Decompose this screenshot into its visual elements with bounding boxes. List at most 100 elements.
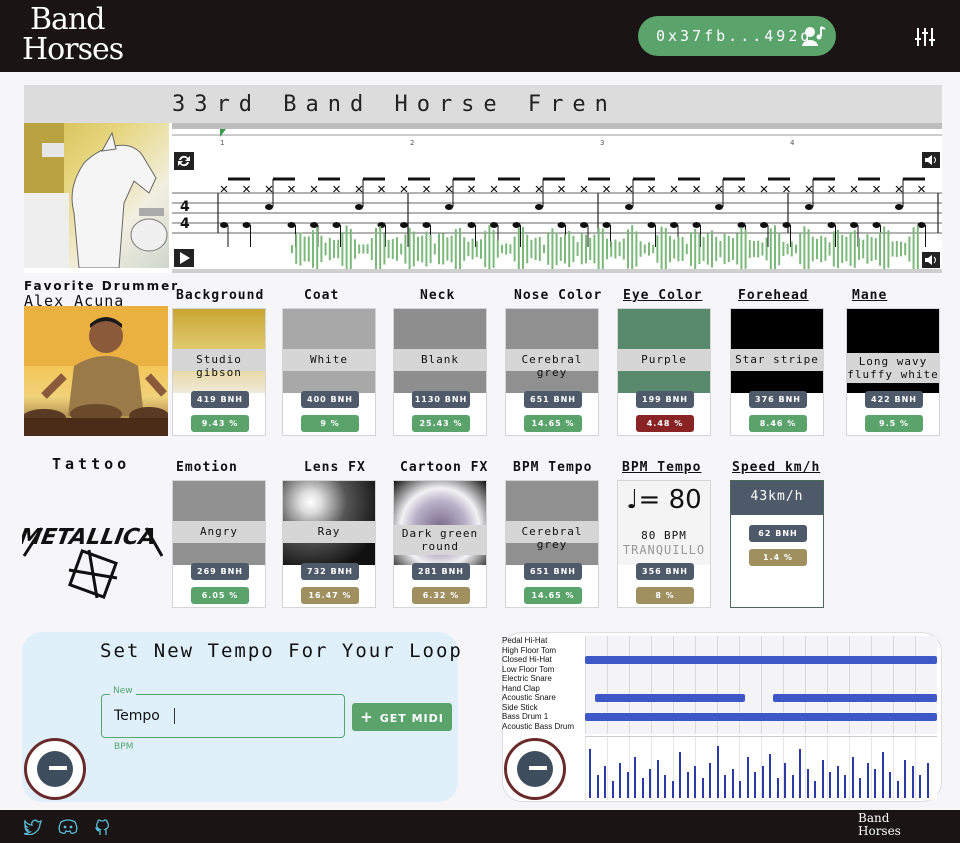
velocity-bar[interactable] [589,749,591,798]
velocity-bar[interactable] [926,763,929,798]
velocity-bar[interactable] [911,766,914,798]
velocity-bar[interactable] [776,778,779,798]
footer-logo[interactable]: Band Horses [858,812,901,838]
velocity-bar[interactable] [829,772,831,798]
velocity-bar[interactable] [836,766,839,798]
velocity-bar[interactable] [701,778,704,798]
velocity-bar[interactable] [881,752,884,798]
rarity-badge: 25.43 % [412,415,470,432]
drum-note [760,222,768,228]
note-bar[interactable] [585,713,937,721]
trait-value: Studio gibson [196,353,242,379]
trait-card[interactable]: Studio gibson 419 BNH 9.43 % [172,308,266,436]
song-title: 33rd Band Horse Fren [172,92,617,117]
instrument-name: Electric Snare [502,674,552,683]
trait-title: Speed km/h [732,460,821,475]
velocity-bar[interactable] [596,775,599,798]
trait-card[interactable]: Long wavy fluffy white 422 BNH 9.5 % [846,308,940,436]
rarity-badge: 14.65 % [524,587,582,604]
drum-note [692,222,701,228]
velocity-bar[interactable] [799,749,801,798]
price-badge: 651 BNH [524,391,582,408]
velocity-bar[interactable] [619,763,621,798]
velocity-bar[interactable] [649,769,651,798]
drum-note [310,222,318,228]
velocity-bar[interactable] [821,760,824,798]
play-icon[interactable] [174,249,194,267]
trait-card[interactable]: Star stripe 376 BNH 8.46 % [730,308,824,436]
velocity-bar[interactable] [641,778,644,798]
trait-card[interactable]: Angry 269 BNH 6.05 % [172,480,266,608]
github-icon[interactable] [94,818,112,836]
velocity-bar[interactable] [851,757,854,798]
trait-card[interactable]: White 400 BNH 9 % [282,308,376,436]
note-grid[interactable] [585,636,937,734]
hihat-note [715,185,723,193]
get-midi-button[interactable]: + GET MIDI [352,703,452,731]
velocity-bar[interactable] [686,772,689,798]
twitter-icon[interactable] [24,819,42,835]
hihat-note [355,185,363,193]
velocity-bar[interactable] [919,775,921,798]
velocity-bar[interactable] [611,781,614,798]
trait-card[interactable]: Dark green round 281 BNH 6.32 % [393,480,487,608]
velocity-bar[interactable] [896,781,899,798]
velocity-bar[interactable] [679,752,681,798]
velocity-bar[interactable] [806,769,809,798]
trait-card[interactable]: ♩= 80 80 BPM TRANQUILLO 356 BNH 8 % [617,480,711,608]
velocity-bar[interactable] [754,772,756,798]
velocity-bar[interactable] [716,746,719,798]
velocity-bar[interactable] [784,763,786,798]
velocity-bar[interactable] [724,775,726,798]
velocity-bar[interactable] [709,763,711,798]
velocity-bar[interactable] [671,781,674,798]
sliders-icon[interactable] [914,26,936,48]
wallet-button[interactable]: 0x37fb...492d [638,16,836,56]
drum-note [377,222,386,228]
discord-icon[interactable] [58,819,78,835]
band-horses-logo[interactable]: Band Horses [22,2,124,68]
velocity-bar[interactable] [746,757,749,798]
velocity-bar[interactable] [731,769,734,798]
velocity-bar[interactable] [866,763,869,798]
velocity-bar[interactable] [634,757,636,798]
trait-card[interactable]: Cerebral grey 651 BNH 14.65 % [505,308,599,436]
trait-card[interactable]: 43km/h 62 BNH 1.4 % [730,480,824,608]
loop-icon[interactable] [174,152,194,170]
velocity-bar[interactable] [859,778,861,798]
velocity-bar[interactable] [694,766,696,798]
note-bar[interactable] [773,694,937,702]
velocity-bar[interactable] [791,775,794,798]
volume-icon[interactable] [922,252,940,268]
trait-card[interactable]: Cerebral grey 651 BNH 14.65 % [505,480,599,608]
trait-value: Star stripe [735,353,819,366]
hihat-note [693,185,700,193]
velocity-bar[interactable] [874,769,876,798]
tempo-input-value[interactable]: Tempo [114,708,160,724]
velocity-bar[interactable] [889,772,891,798]
drum-note [602,222,611,228]
velocity-bar[interactable] [664,775,666,798]
rarity-badge: 9.43 % [191,415,249,432]
velocity-bar[interactable] [626,772,629,798]
drum-note [535,204,543,210]
note-bar[interactable] [595,694,745,702]
velocity-bar[interactable] [814,781,816,798]
trait-card[interactable]: Ray 732 BNH 16.47 % [282,480,376,608]
velocity-bar[interactable] [656,760,659,798]
drum-note [287,222,296,228]
trait-value: Long wavy fluffy white [847,355,939,381]
note-bar[interactable] [585,656,937,664]
velocity-lane[interactable] [585,736,937,800]
trait-card[interactable]: Blank 1130 BNH 25.43 % [393,308,487,436]
velocity-bar[interactable] [844,775,846,798]
velocity-bar[interactable] [769,754,771,798]
volume-icon[interactable] [922,152,940,168]
velocity-bar[interactable] [604,766,606,798]
hihat-note [400,185,408,193]
velocity-bar[interactable] [761,766,764,798]
velocity-bar[interactable] [904,760,906,798]
velocity-bar[interactable] [739,781,741,798]
trait-card[interactable]: Purple 199 BNH 4.48 % [617,308,711,436]
drum-score[interactable]: 44 [172,123,942,273]
